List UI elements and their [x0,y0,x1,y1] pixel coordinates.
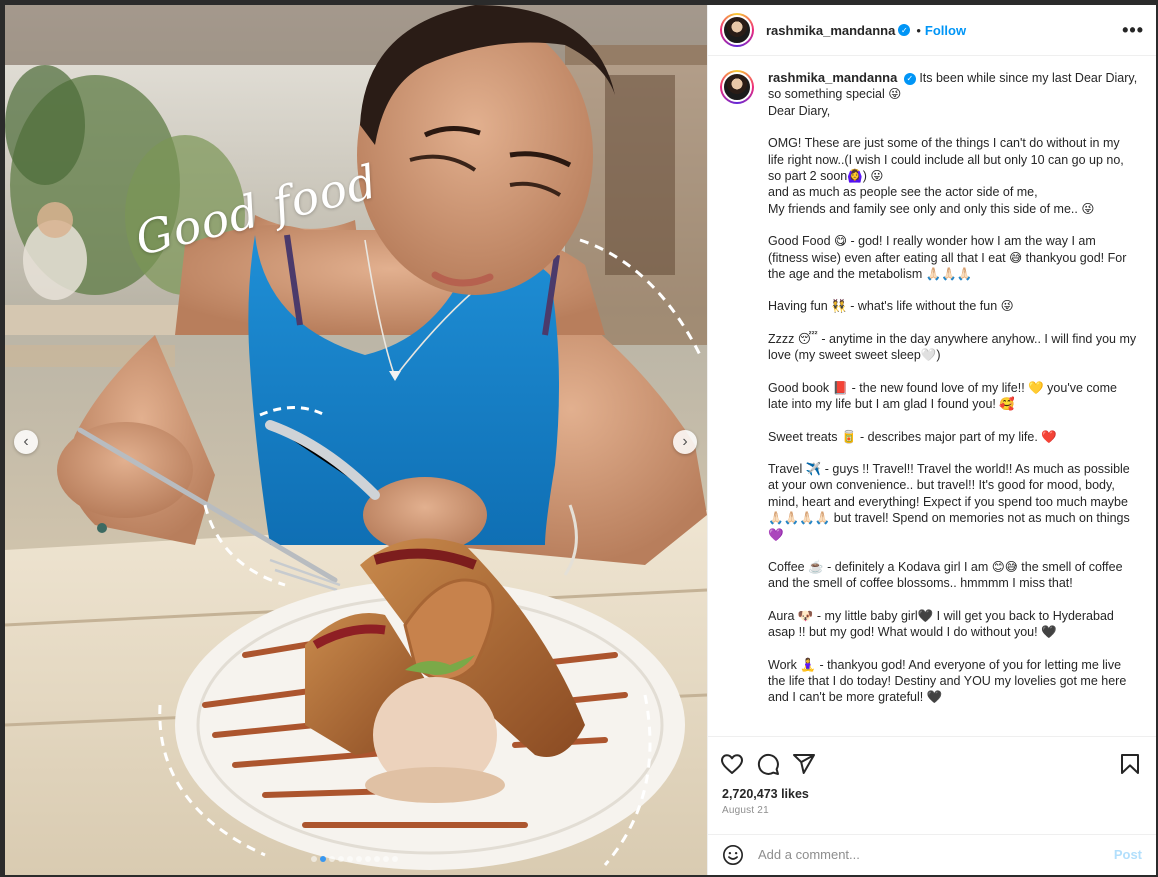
caption-paragraph: Sweet treats 🥫 - describes major part of… [768,429,1057,444]
post-details-panel: rashmika_mandanna ✓ • Follow ••• rashmik… [707,5,1156,875]
post-comment-button[interactable]: Post [1114,847,1142,862]
carousel-dot [383,856,389,862]
follow-button[interactable]: Follow [925,23,966,38]
avatar[interactable] [720,13,754,47]
caption-paragraph: Coffee ☕️ - definitely a Kodava girl I a… [768,559,1123,591]
comment-composer: Post [708,834,1156,874]
share-icon[interactable] [792,752,816,776]
post-actions-section: 2,720,473 likes August 21 [708,736,1156,816]
carousel-prev-button[interactable]: ‹ [14,430,38,454]
caption-avatar[interactable] [720,70,754,104]
caption-paragraph: Zzzz 😴 - anytime in the day anywhere any… [768,331,1137,363]
verified-badge-icon: ✓ [898,24,911,36]
carousel-dot [329,856,335,862]
carousel-dot [311,856,317,862]
comment-input[interactable] [758,847,1104,862]
heart-icon[interactable] [720,752,744,776]
caption-paragraph: OMG! These are just some of the things I… [768,136,1124,216]
caption-paragraph: Work 🧘‍♀️ - thankyou god! And everyone o… [768,657,1127,705]
verified-badge-icon: ✓ [903,72,916,85]
caption-paragraph: Having fun 👯 - what's life without the f… [768,299,1014,314]
emoji-icon[interactable] [722,844,744,866]
caption-section: rashmika_mandanna ✓ Its been while since… [708,56,1156,736]
carousel-dot [320,856,326,862]
more-options-button[interactable]: ••• [1122,20,1144,41]
caption-paragraph: Aura 🐶 - my little baby girl🖤 I will get… [768,608,1114,640]
caption-paragraph: Travel ✈️ - guys !! Travel!! Travel the … [768,461,1130,542]
carousel-dot [347,856,353,862]
post-media[interactable]: Good food ‹ › [5,5,707,875]
carousel-indicator [311,856,398,862]
action-bar [708,737,1156,781]
like-count[interactable]: 2,720,473 likes [708,781,1156,801]
carousel-dot [365,856,371,862]
bookmark-icon[interactable] [1118,752,1142,776]
carousel-dot [374,856,380,862]
caption-paragraph: Dear Diary, [768,103,831,118]
comment-icon[interactable] [756,752,780,776]
carousel-next-button[interactable]: › [673,430,697,454]
caption-paragraph: Good Food 😋 - god! I really wonder how I… [768,234,1127,282]
post-date[interactable]: August 21 [708,801,1156,816]
post-photo [5,5,707,875]
carousel-dot [338,856,344,862]
carousel-dot [356,856,362,862]
carousel-dot [392,856,398,862]
caption-paragraph: Good book 📕 - the new found love of my l… [768,380,1117,412]
post-header: rashmika_mandanna ✓ • Follow ••• [708,5,1156,56]
chevron-right-icon: › [682,433,688,450]
caption-username[interactable]: rashmika_mandanna [768,70,897,85]
chevron-left-icon: ‹ [23,433,29,450]
caption-body: rashmika_mandanna ✓ Its been while since… [768,70,1138,736]
caption-paragraphs: Dear Diary, OMG! These are just some of t… [768,103,1138,706]
author-username[interactable]: rashmika_mandanna [766,23,895,38]
header-separator: • [916,22,921,38]
